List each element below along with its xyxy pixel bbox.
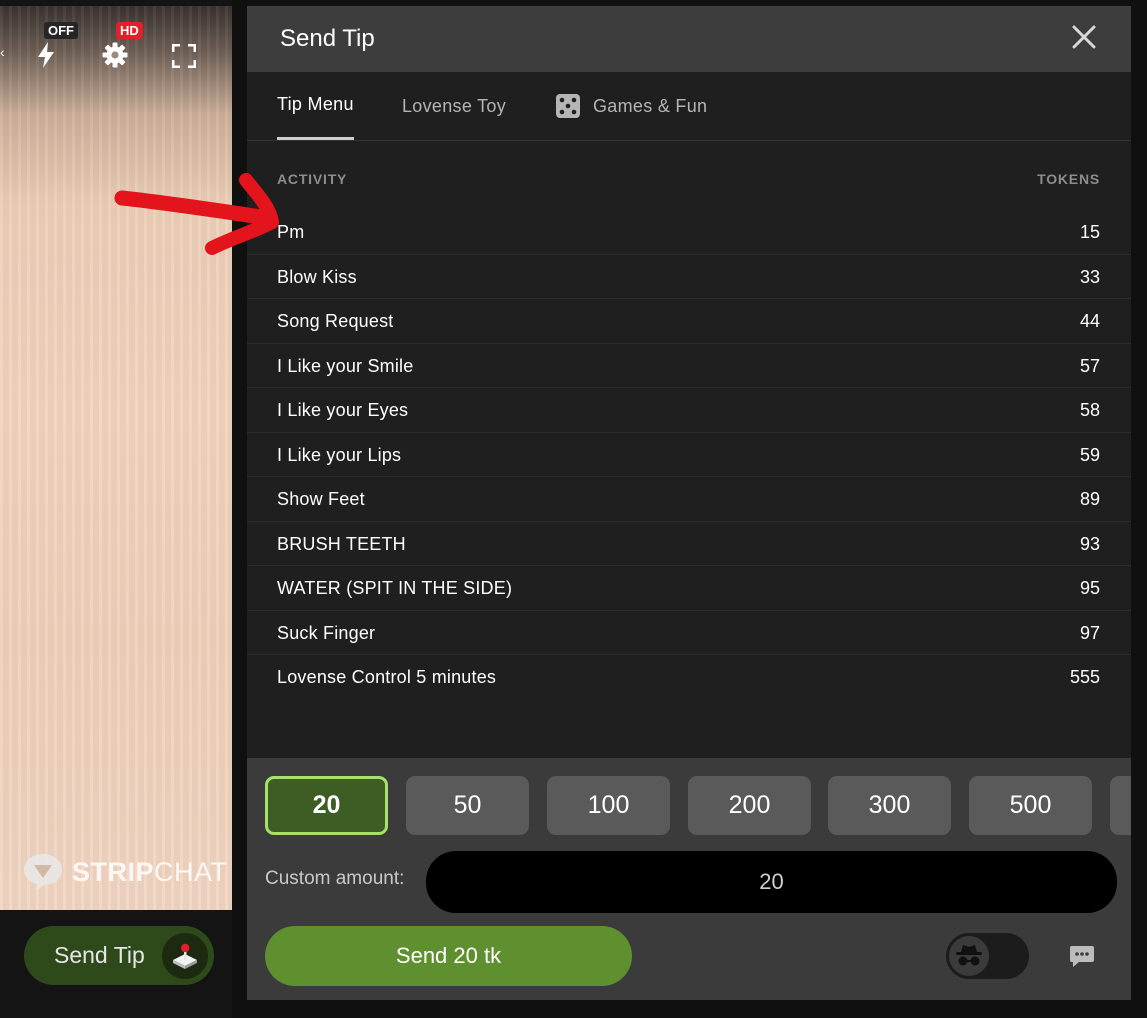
custom-amount-input[interactable]: [426, 851, 1117, 913]
amount-button[interactable]: 200: [688, 776, 811, 835]
item-tokens: 58: [1079, 400, 1100, 420]
close-icon[interactable]: [1071, 24, 1097, 50]
tip-menu-list: Pm 15 Blow Kiss 33 Song Request 44 I Like y…: [247, 210, 1131, 699]
tip-menu-item[interactable]: I Like your Smile 57: [247, 344, 1131, 388]
incognito-toggle[interactable]: [946, 933, 1029, 979]
item-tokens: 57: [1079, 355, 1100, 376]
tokens-column-header: TOKENS: [1037, 171, 1100, 187]
brand-name-thin: CHAT: [154, 856, 228, 887]
fullscreen-icon[interactable]: [172, 44, 196, 68]
send-tip-label: Send Tip: [54, 942, 145, 968]
stripchat-watermark: STRIPCHAT: [22, 852, 228, 892]
item-name: I Like your Lips: [277, 444, 402, 465]
item-tokens: 97: [1079, 622, 1100, 643]
tip-menu-item[interactable]: BRUSH TEETH 93: [247, 522, 1131, 566]
item-tokens: 15: [1079, 222, 1100, 242]
off-badge: OFF: [44, 22, 78, 39]
tab-tip-menu-label: Tip Menu: [277, 94, 354, 114]
tab-lovense-toy-label: Lovense Toy: [402, 95, 507, 116]
tab-games-fun[interactable]: Games & Fun: [555, 72, 707, 140]
item-name: Show Feet: [277, 489, 365, 509]
item-name: Lovense Control 5 minutes: [277, 667, 497, 687]
amount-button[interactable]: 500: [969, 776, 1092, 835]
item-tokens: 95: [1079, 578, 1100, 598]
tip-menu-item[interactable]: Song Request 44: [247, 299, 1131, 344]
video-player[interactable]: ‹ OFF HD STRIPCHAT Send Tip: [0, 0, 232, 1018]
item-name: Song Request: [277, 311, 394, 331]
tip-menu-item[interactable]: I Like your Eyes 58: [247, 388, 1131, 433]
item-name: I Like your Eyes: [277, 400, 409, 420]
item-tokens: 555: [1069, 667, 1100, 687]
brand-name-bold: STRIP: [72, 856, 155, 887]
tip-menu-item[interactable]: Lovense Control 5 minutes 555: [247, 655, 1131, 699]
send-tip-dialog: Send Tip Tip Menu Lovense Toy Games & Fu…: [247, 6, 1131, 1000]
amount-button[interactable]: 100: [547, 776, 670, 835]
tip-menu-item[interactable]: Show Feet 89: [247, 477, 1131, 522]
dialog-header: Send Tip: [247, 6, 1131, 72]
item-name: Blow Kiss: [277, 266, 357, 287]
tip-controls: 20 50 100 200 300 500 Custom amount: Sen…: [247, 758, 1131, 1000]
item-tokens: 89: [1079, 489, 1100, 509]
stripchat-logo-icon: [24, 854, 62, 891]
item-tokens: 33: [1079, 266, 1100, 287]
hd-badge: HD: [116, 22, 143, 39]
tip-menu-header: ACTIVITY TOKENS: [277, 171, 1100, 191]
item-name: Suck Finger: [277, 622, 376, 643]
chat-icon[interactable]: [1069, 943, 1095, 969]
send-tokens-label: Send 20 tk: [395, 943, 502, 968]
send-tokens-button[interactable]: Send 20 tk: [265, 926, 632, 986]
gear-icon[interactable]: [102, 42, 128, 68]
video-feed[interactable]: [0, 6, 232, 910]
tab-bar: Tip Menu Lovense Toy Games & Fun: [247, 72, 1131, 141]
amount-button[interactable]: 300: [828, 776, 951, 835]
tip-menu-item[interactable]: Suck Finger 97: [247, 611, 1131, 655]
activity-column-header: ACTIVITY: [277, 171, 348, 187]
dice-icon: [556, 94, 580, 118]
item-tokens: 44: [1079, 311, 1100, 331]
send-tip-button[interactable]: Send Tip: [24, 926, 214, 985]
tip-menu-item[interactable]: Pm 15: [247, 210, 1131, 255]
tab-games-fun-label: Games & Fun: [593, 95, 708, 116]
item-tokens: 93: [1079, 533, 1100, 554]
amount-button-selected[interactable]: 20: [265, 776, 388, 835]
tip-menu-item[interactable]: Blow Kiss 33: [247, 255, 1131, 299]
back-arrow-icon[interactable]: ‹: [0, 44, 5, 60]
amount-button-partial[interactable]: [1110, 776, 1131, 835]
item-name: I Like your Smile: [277, 355, 414, 376]
tab-tip-menu[interactable]: Tip Menu: [277, 72, 354, 140]
custom-amount-label: Custom amount:: [265, 868, 405, 889]
item-tokens: 59: [1079, 444, 1100, 465]
item-name: BRUSH TEETH: [277, 533, 406, 554]
tip-menu-item[interactable]: I Like your Lips 59: [247, 433, 1131, 477]
incognito-icon: [949, 936, 989, 976]
lightning-icon[interactable]: [37, 42, 55, 68]
item-name: WATER (SPIT IN THE SIDE): [277, 578, 513, 598]
dialog-title: Send Tip: [280, 25, 375, 52]
tab-lovense-toy[interactable]: Lovense Toy: [402, 72, 506, 140]
item-name: Pm: [277, 222, 305, 242]
amount-button[interactable]: 50: [406, 776, 529, 835]
brand-name: STRIPCHAT: [72, 857, 228, 888]
joystick-icon: [162, 933, 208, 979]
tip-menu-item[interactable]: WATER (SPIT IN THE SIDE) 95: [247, 566, 1131, 611]
